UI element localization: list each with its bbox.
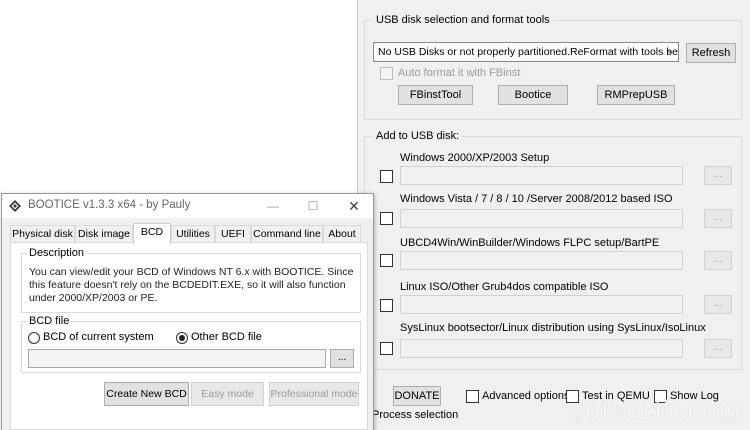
bcd-file-group: BCD file BCD of current system Other BCD… bbox=[21, 315, 361, 373]
minimize-icon[interactable]: — bbox=[259, 197, 287, 215]
bcd-file-title: BCD file bbox=[27, 315, 72, 327]
easy-mode-button[interactable]: Easy mode bbox=[191, 382, 264, 406]
bootice-titlebar[interactable]: BOOTICE v1.3.3 x64 - by Pauly — ☐ ✕ bbox=[2, 194, 373, 218]
add-to-usb-group: Add to USB disk: Windows 2000/XP/2003 Se… bbox=[364, 130, 742, 370]
source-checkbox-vista[interactable] bbox=[380, 212, 393, 225]
tab-command-line[interactable]: Command line bbox=[251, 225, 323, 243]
source-label-linux: Linux ISO/Other Grub4dos compatible ISO bbox=[400, 281, 609, 293]
radio-other-bcd-file[interactable] bbox=[176, 332, 188, 344]
source-path-ubcd[interactable] bbox=[400, 251, 683, 270]
source-checkbox-linux[interactable] bbox=[380, 299, 393, 312]
donate-button[interactable]: DONATE bbox=[393, 386, 441, 406]
source-checkbox-syslinux[interactable] bbox=[380, 342, 393, 355]
bootice-window: BOOTICE v1.3.3 x64 - by Pauly — ☐ ✕ Phys… bbox=[1, 193, 374, 430]
source-checkbox-winxp[interactable] bbox=[380, 170, 393, 183]
close-icon[interactable]: ✕ bbox=[340, 197, 368, 215]
tab-bcd[interactable]: BCD bbox=[133, 223, 171, 244]
bcd-file-path-input[interactable] bbox=[28, 349, 326, 368]
description-title: Description bbox=[27, 247, 87, 259]
source-label-syslinux: SysLinux bootsector/Linux distribution u… bbox=[400, 322, 706, 334]
softolib-watermark: softoLib.com bbox=[572, 396, 742, 425]
auto-format-checkbox[interactable] bbox=[380, 67, 393, 80]
tab-utilities[interactable]: Utilities bbox=[171, 225, 215, 243]
browse-button-syslinux[interactable]: ... bbox=[704, 339, 732, 358]
bcd-browse-button[interactable]: ... bbox=[330, 349, 354, 368]
process-selection-label: Process selection bbox=[372, 409, 459, 421]
browse-button-ubcd[interactable]: ... bbox=[704, 251, 732, 270]
tab-uefi[interactable]: UEFI bbox=[215, 225, 251, 243]
bcd-tab-panel: Description You can view/edit your BCD o… bbox=[10, 242, 368, 430]
tab-disk-image[interactable]: Disk image bbox=[75, 225, 133, 243]
chevron-down-icon: ⌄ bbox=[665, 45, 674, 56]
browse-button-vista[interactable]: ... bbox=[704, 209, 732, 228]
source-path-linux[interactable] bbox=[400, 295, 683, 314]
usb-group-title: USB disk selection and format tools bbox=[373, 14, 553, 26]
fbinsttool-button[interactable]: FBinstTool bbox=[398, 85, 473, 105]
tab-physical-disk[interactable]: Physical disk bbox=[10, 225, 75, 243]
advanced-options-checkbox[interactable] bbox=[466, 390, 479, 403]
source-path-winxp[interactable] bbox=[400, 166, 683, 185]
tab-about[interactable]: About bbox=[323, 225, 361, 243]
browse-button-winxp[interactable]: ... bbox=[704, 166, 732, 185]
advanced-options-label: Advanced options bbox=[482, 390, 570, 402]
source-label-ubcd: UBCD4Win/WinBuilder/Windows FLPC setup/B… bbox=[400, 237, 660, 249]
bootice-title: BOOTICE v1.3.3 x64 - by Pauly bbox=[28, 199, 191, 211]
usb-disk-group: USB disk selection and format tools No U… bbox=[364, 14, 742, 120]
usb-disk-select-value: No USB Disks or not properly partitioned… bbox=[378, 46, 679, 58]
radio-bcd-current-system[interactable] bbox=[28, 332, 40, 344]
description-group: Description You can view/edit your BCD o… bbox=[21, 247, 361, 313]
description-text: You can view/edit your BCD of Windows NT… bbox=[29, 266, 354, 304]
main-window: USB disk selection and format tools No U… bbox=[357, 0, 750, 430]
browse-button-linux[interactable]: ... bbox=[704, 295, 732, 314]
source-path-syslinux[interactable] bbox=[400, 339, 683, 358]
bootice-button[interactable]: Bootice bbox=[498, 85, 568, 105]
add-group-title: Add to USB disk: bbox=[373, 130, 463, 142]
usb-disk-select[interactable]: No USB Disks or not properly partitioned… bbox=[373, 42, 679, 62]
maximize-icon[interactable]: ☐ bbox=[299, 197, 327, 215]
bootice-app-icon bbox=[9, 200, 21, 212]
source-path-vista[interactable] bbox=[400, 209, 683, 228]
create-new-bcd-button[interactable]: Create New BCD bbox=[104, 382, 189, 406]
refresh-button[interactable]: Refresh bbox=[686, 43, 736, 63]
source-checkbox-ubcd[interactable] bbox=[380, 254, 393, 267]
source-label-vista: Windows Vista / 7 / 8 / 10 /Server 2008/… bbox=[400, 193, 673, 205]
professional-mode-button[interactable]: Professional mode bbox=[269, 382, 359, 406]
rmprepusb-button[interactable]: RMPrepUSB bbox=[597, 85, 675, 105]
radio-bcd-current-label: BCD of current system bbox=[43, 331, 154, 343]
auto-format-label: Auto format it with FBinst bbox=[398, 67, 521, 79]
radio-other-bcd-label: Other BCD file bbox=[191, 331, 262, 343]
source-label-winxp: Windows 2000/XP/2003 Setup bbox=[400, 152, 550, 164]
